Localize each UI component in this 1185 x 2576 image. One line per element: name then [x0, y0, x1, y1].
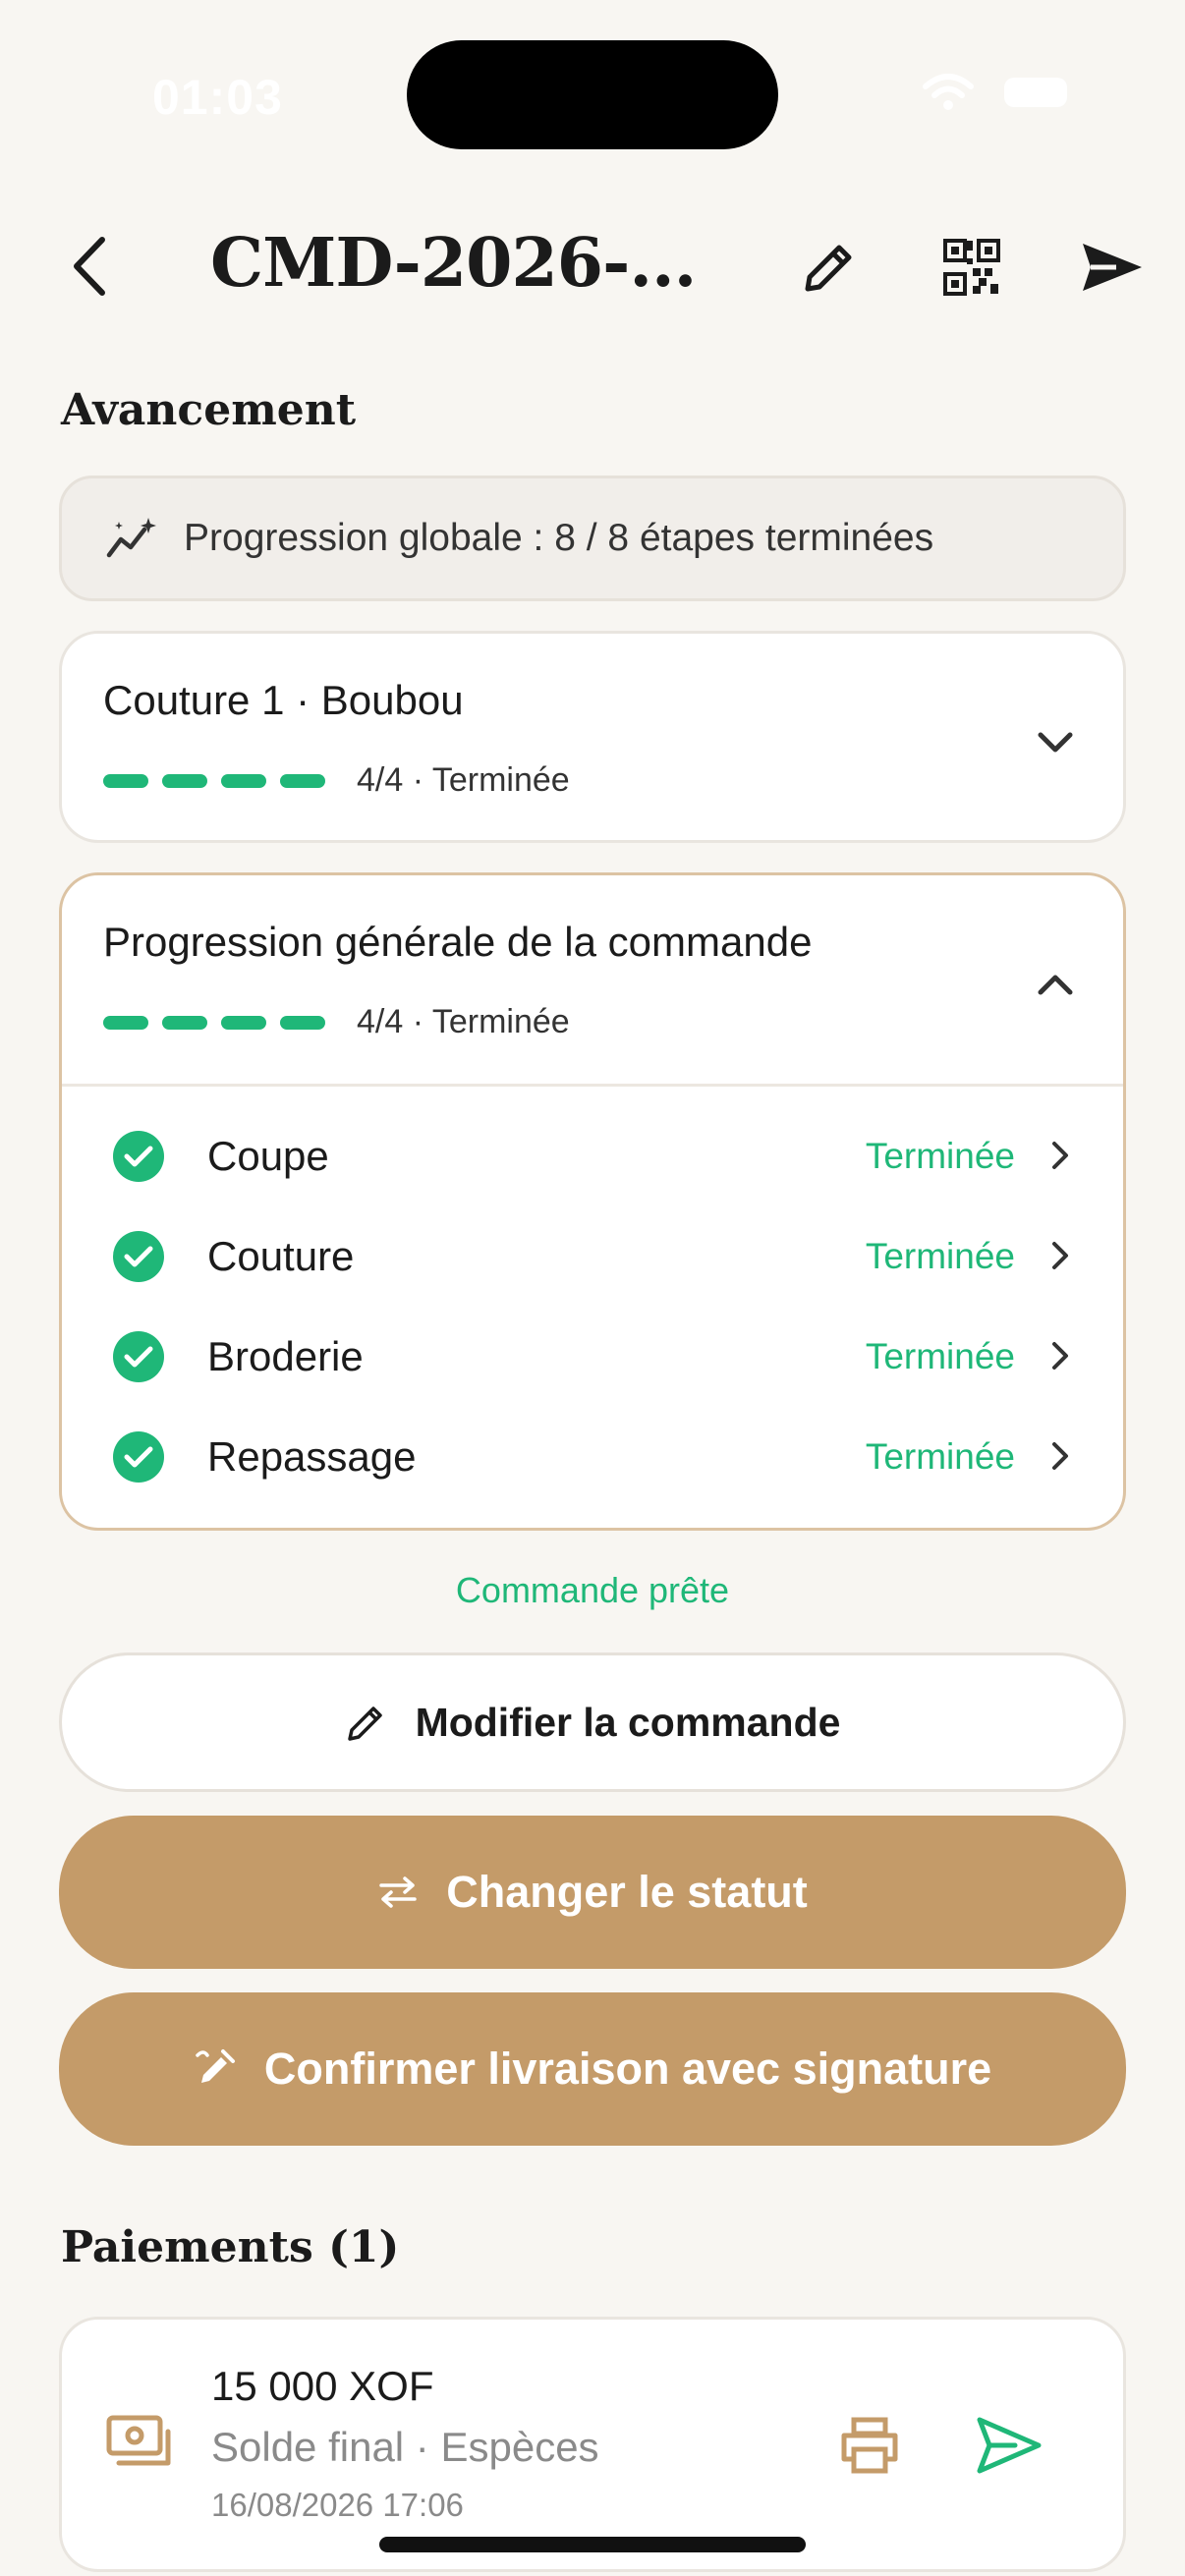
payment-details: Solde final · Espèces — [211, 2424, 599, 2470]
progress-dash — [221, 773, 266, 788]
task-card-title: Progression générale de la commande — [103, 919, 813, 965]
step-status: Terminée — [865, 1336, 1015, 1376]
edit-order-label: Modifier la commande — [415, 1699, 841, 1745]
check-circle-icon — [113, 1231, 164, 1282]
home-indicator[interactable] — [379, 2537, 806, 2552]
payment-amount: 15 000 XOF — [211, 2363, 434, 2409]
chevron-right-icon — [1052, 1342, 1068, 1370]
step-progress-dashes: 4/4 · Terminée — [103, 761, 570, 800]
step-status: Terminée — [865, 1236, 1015, 1276]
task-card-general-progress: Progression générale de la commande 4/4 … — [59, 872, 1126, 1531]
chevron-down-icon — [1038, 732, 1073, 753]
step-name: Broderie — [207, 1333, 364, 1379]
step-name: Repassage — [207, 1433, 417, 1480]
sparkle-chart-icon — [106, 518, 156, 558]
chevron-right-icon — [1052, 1242, 1068, 1269]
payment-card[interactable]: 15 000 XOF Solde final · Espèces 16/08/2… — [59, 2317, 1126, 2572]
swap-arrows-icon — [379, 1876, 417, 1908]
step-row-couture[interactable]: Couture Terminée — [62, 1206, 1123, 1307]
expand-button[interactable] — [1031, 718, 1080, 767]
step-row-coupe[interactable]: Coupe Terminée — [62, 1106, 1123, 1206]
send-button[interactable] — [1077, 232, 1148, 303]
battery-icon — [1004, 78, 1067, 107]
task-card-couture-1[interactable]: Couture 1 · Boubou 4/4 · Terminée — [59, 631, 1126, 843]
progress-dash — [221, 1015, 266, 1030]
wifi-icon — [923, 74, 974, 110]
qr-code-icon — [943, 239, 1000, 296]
confirm-delivery-label: Confirmer livraison avec signature — [263, 2044, 992, 2094]
payment-date: 16/08/2026 17:06 — [211, 2487, 464, 2523]
status-icons — [922, 73, 1067, 112]
global-progress-banner: Progression globale : 8 / 8 étapes termi… — [59, 476, 1126, 601]
chevron-up-icon — [1038, 975, 1073, 995]
check-circle-icon — [113, 1431, 164, 1483]
chevron-left-icon — [74, 237, 105, 296]
step-row-repassage[interactable]: Repassage Terminée — [62, 1407, 1123, 1507]
change-status-button[interactable]: Changer le statut — [59, 1816, 1126, 1969]
order-ready-text: Commande prête — [455, 1570, 730, 1610]
section-title-payments: Paiements (1) — [61, 2222, 400, 2272]
edit-order-button[interactable]: Modifier la commande — [59, 1652, 1126, 1792]
step-progress-dashes: 4/4 · Terminée — [103, 1003, 570, 1041]
progress-dash — [162, 773, 207, 788]
check-circle-icon — [113, 1331, 164, 1382]
step-status: Terminée — [865, 1436, 1015, 1477]
pencil-icon — [805, 245, 852, 292]
back-button[interactable] — [54, 232, 123, 301]
progress-dash — [103, 1015, 148, 1030]
printer-icon[interactable] — [838, 2416, 901, 2475]
task-progress-label: 4/4 · Terminée — [357, 1003, 570, 1040]
page-title: CMD-2026-... — [210, 224, 697, 303]
confirm-delivery-button[interactable]: Confirmer livraison avec signature — [59, 1992, 1126, 2146]
progress-dash — [280, 1015, 325, 1030]
cash-icon — [106, 2415, 171, 2466]
step-name: Couture — [207, 1233, 355, 1279]
check-circle-icon — [113, 1131, 164, 1182]
global-progress-text: Progression globale : 8 / 8 étapes termi… — [184, 517, 934, 559]
step-row-broderie[interactable]: Broderie Terminée — [62, 1307, 1123, 1407]
pencil-icon — [347, 1707, 382, 1741]
step-list: Coupe Terminée Couture Terminée Broderie… — [62, 1087, 1123, 1507]
send-icon — [1083, 244, 1142, 291]
signature-icon — [196, 2049, 235, 2083]
collapse-button[interactable] — [1031, 960, 1080, 1009]
chevron-right-icon — [1052, 1142, 1068, 1169]
dynamic-island — [407, 40, 778, 149]
phone-screen: 01:03 CMD-2026-... Avancement Progressio… — [0, 0, 1185, 2576]
status-time: 01:03 — [152, 70, 283, 125]
progress-dash — [103, 773, 148, 788]
top-bar: CMD-2026-... — [0, 206, 1185, 324]
chevron-right-icon — [1052, 1442, 1068, 1470]
task-progress-label: 4/4 · Terminée — [357, 761, 570, 799]
progress-dash — [162, 1015, 207, 1030]
progress-dash — [280, 773, 325, 788]
step-name: Coupe — [207, 1133, 329, 1179]
edit-button[interactable] — [794, 232, 865, 303]
qr-code-button[interactable] — [936, 232, 1007, 303]
task-card-title: Couture 1 · Boubou — [103, 677, 464, 723]
step-status: Terminée — [865, 1136, 1015, 1176]
change-status-label: Changer le statut — [446, 1867, 808, 1917]
send-receipt-icon[interactable] — [976, 2416, 1043, 2475]
section-title-progress: Avancement — [61, 385, 357, 435]
